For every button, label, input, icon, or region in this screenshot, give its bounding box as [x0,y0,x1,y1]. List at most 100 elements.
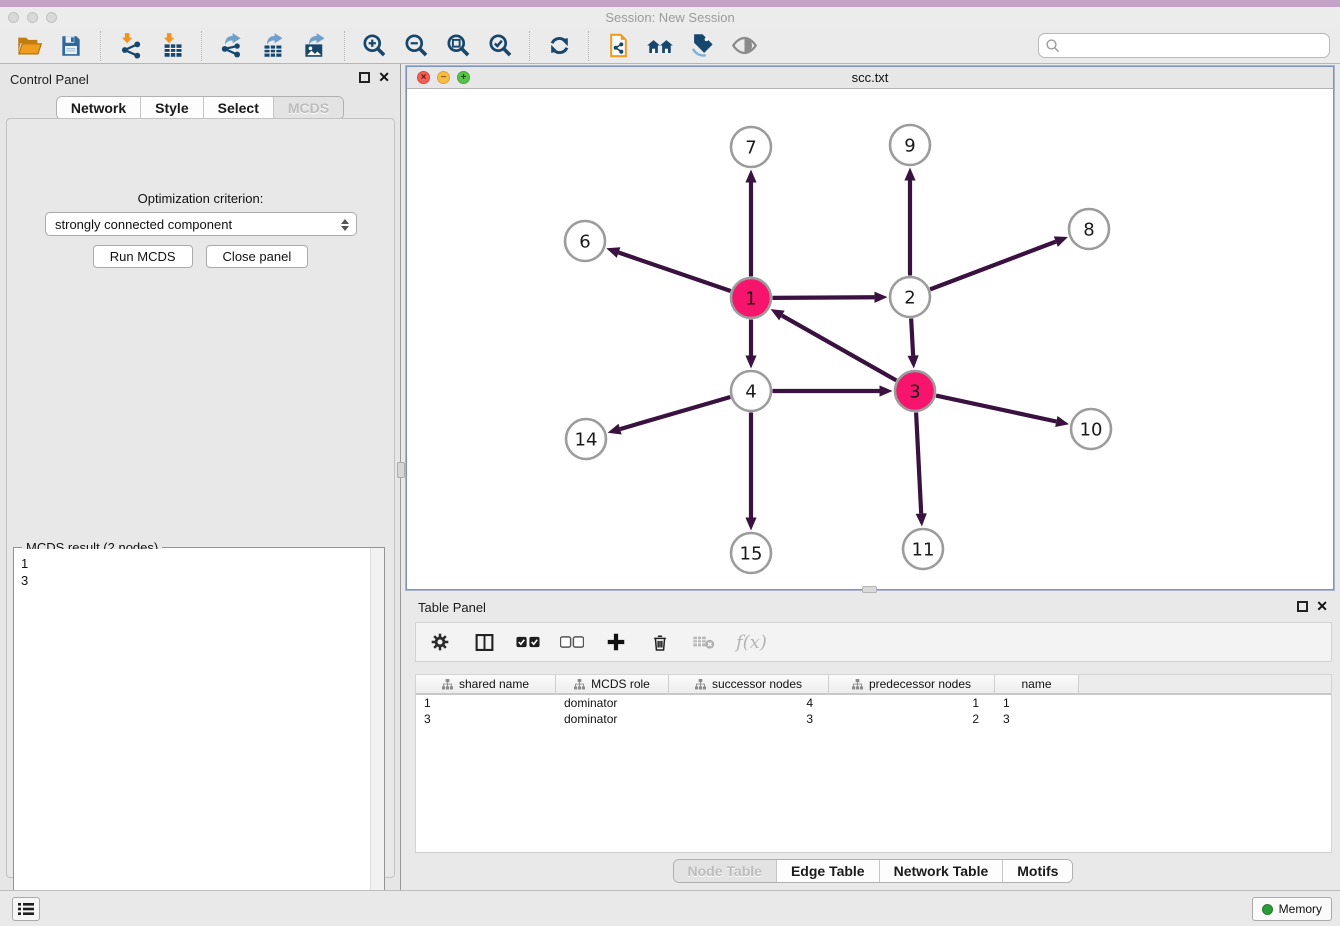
tab-network-table[interactable]: Network Table [880,860,1004,882]
tab-select[interactable]: Select [204,97,274,119]
graph-edge-arrowhead [745,170,756,183]
graph-edge[interactable] [619,253,731,291]
select-all-checkboxes-icon[interactable] [516,630,540,654]
table-row[interactable]: 1 dominator 4 1 1 [416,695,1331,711]
zoom-out-icon[interactable] [401,31,431,61]
export-network-icon[interactable] [216,31,246,61]
cell-predecessor-nodes[interactable]: 1 [829,695,995,711]
show-hide-details-icon[interactable] [729,31,759,61]
cell-name[interactable]: 1 [995,695,1079,711]
first-neighbors-icon[interactable] [645,31,675,61]
delete-row-trash-icon[interactable] [648,630,672,654]
graph-edge-arrowhead [606,247,620,258]
run-mcds-button[interactable]: Run MCDS [93,245,193,268]
cell-name[interactable]: 3 [995,711,1079,727]
memory-button[interactable]: Memory [1252,897,1332,921]
tab-style[interactable]: Style [141,97,203,119]
graph-edge[interactable] [930,242,1056,290]
table-toolbar: f(x) [415,622,1332,662]
toolbar-separator [529,31,530,61]
graph-edge-arrowhead [745,356,756,369]
application-window: Session: New Session [0,0,1340,926]
apply-layout-icon[interactable] [544,31,574,61]
toolbar-separator [344,31,345,61]
mcds-result-group: MCDS result (2 nodes) 1 3 [13,547,385,923]
table-panel-title: Table Panel [418,600,486,615]
horizontal-splitter-handle[interactable] [862,586,877,593]
network-graph[interactable]: 7968124314101511 [407,89,1333,589]
float-panel-icon[interactable] [359,72,370,83]
list-icon [18,902,34,916]
close-table-panel-icon[interactable]: ✕ [1316,601,1328,612]
mcds-result-text[interactable]: 1 3 [15,549,369,921]
label-visibility-icon[interactable] [687,31,717,61]
zoom-in-icon[interactable] [359,31,389,61]
save-session-icon[interactable] [56,31,86,61]
window-top-accent [0,0,1340,7]
split-columns-icon[interactable] [472,630,496,654]
graph-edge[interactable] [782,316,896,381]
graph-edge[interactable] [620,397,730,429]
memory-status-icon [1262,904,1273,915]
zoom-selected-icon[interactable] [485,31,515,61]
cell-mcds-role[interactable]: dominator [556,711,669,727]
sitemap-icon [442,679,453,690]
tab-edge-table[interactable]: Edge Table [777,860,880,882]
column-header-name[interactable]: name [995,675,1079,693]
column-header-successor-nodes[interactable]: successor nodes [669,675,829,693]
graph-edge[interactable] [936,396,1056,422]
cell-shared-name[interactable]: 1 [416,695,556,711]
table-row[interactable]: 3 dominator 3 2 3 [416,711,1331,727]
settings-gear-icon[interactable] [428,630,452,654]
criterion-select[interactable]: strongly connected component [45,212,357,236]
column-header-mcds-role[interactable]: MCDS role [556,675,669,693]
optimization-criterion-label: Optimization criterion: [7,191,394,206]
table-panel-tabs: Node Table Edge Table Network Table Moti… [406,859,1340,883]
open-file-icon[interactable] [14,31,44,61]
graph-edge-arrowhead [908,355,919,368]
graph-edge[interactable] [916,412,921,513]
result-scrollbar[interactable] [370,548,384,922]
delete-table-icon[interactable] [692,630,716,654]
add-row-icon[interactable] [604,630,628,654]
graph-edge-arrowhead [1054,236,1068,246]
cell-successor-nodes[interactable]: 4 [669,695,829,711]
graph-edge-arrowhead [608,424,622,435]
column-header-shared-name[interactable]: shared name [416,675,556,693]
import-table-icon[interactable] [157,31,187,61]
cell-successor-nodes[interactable]: 3 [669,711,829,727]
close-panel-button[interactable]: Close panel [206,245,309,268]
tab-node-table[interactable]: Node Table [674,860,777,882]
cell-mcds-role[interactable]: dominator [556,695,669,711]
vertical-splitter-handle[interactable] [397,462,405,478]
graph-edge[interactable] [911,318,913,355]
table-header-row: shared name MCDS role successor nodes pr… [416,675,1331,695]
tab-network[interactable]: Network [57,97,141,119]
search-box[interactable] [1038,33,1330,58]
search-input[interactable] [1061,36,1329,56]
graph-node-label: 14 [575,429,598,450]
function-builder-icon[interactable]: f(x) [736,632,767,653]
column-header-predecessor-nodes[interactable]: predecessor nodes [829,675,995,693]
control-panel-title: Control Panel [10,72,89,87]
cell-shared-name[interactable]: 3 [416,711,556,727]
graph-edge-arrowhead [1055,416,1069,427]
graph-edge[interactable] [772,297,874,298]
toolbar-separator [100,31,101,61]
float-table-panel-icon[interactable] [1297,601,1308,612]
zoom-fit-icon[interactable] [443,31,473,61]
deselect-all-checkboxes-icon[interactable] [560,630,584,654]
tab-mcds[interactable]: MCDS [274,97,343,119]
export-table-icon[interactable] [258,31,288,61]
network-view-window: × − + scc.txt 7968124314101511 [406,66,1334,590]
export-image-icon[interactable] [300,31,330,61]
tab-motifs[interactable]: Motifs [1003,860,1072,882]
graph-edge-arrowhead [904,168,915,181]
network-window-titlebar[interactable]: × − + scc.txt [407,67,1333,89]
network-from-selection-icon[interactable] [603,31,633,61]
task-history-button[interactable] [12,897,40,921]
cell-predecessor-nodes[interactable]: 2 [829,711,995,727]
close-panel-icon[interactable]: ✕ [378,72,390,83]
import-network-icon[interactable] [115,31,145,61]
toolbar-separator [201,31,202,61]
